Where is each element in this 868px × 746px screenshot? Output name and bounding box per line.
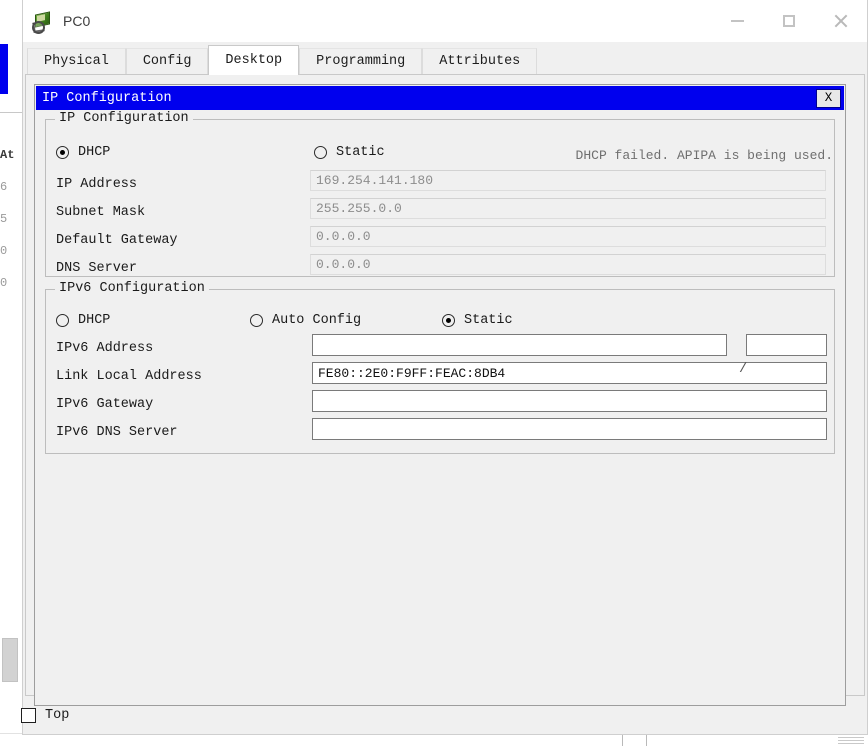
background-tick: [622, 735, 623, 746]
ipv4-static-radio[interactable]: Static: [314, 145, 385, 160]
ip-configuration-titlebar: IP Configuration X: [36, 86, 844, 110]
ip-address-input[interactable]: 169.254.141.180: [310, 170, 826, 191]
ip-configuration-close-button[interactable]: X: [816, 88, 841, 108]
ipv6-gateway-label: IPv6 Gateway: [56, 397, 154, 412]
tab-config[interactable]: Config: [125, 48, 209, 75]
ipv6-configuration-group: IPv6 Configuration DHCP Auto Config Stat…: [45, 281, 835, 454]
background-tick: [646, 735, 647, 746]
link-local-address-input[interactable]: FE80::2E0:F9FF:FEAC:8DB4: [312, 362, 827, 384]
top-checkbox-label: Top: [45, 707, 70, 723]
ipv6-address-input[interactable]: [312, 334, 727, 356]
background-left-strip: At 6 5 0 0: [0, 0, 23, 746]
ip-address-label: IP Address: [56, 177, 138, 192]
ipv6-dhcp-label: DHCP: [78, 313, 111, 328]
ipv6-prefix-length-input[interactable]: [746, 334, 827, 356]
ipv6-group-legend: IPv6 Configuration: [55, 281, 209, 296]
tab-desktop[interactable]: Desktop: [208, 45, 300, 75]
ipv4-dhcp-label: DHCP: [78, 145, 111, 160]
link-local-address-label: Link Local Address: [56, 369, 202, 384]
ip-configuration-title: IP Configuration: [42, 90, 172, 106]
default-gateway-label: Default Gateway: [56, 233, 178, 248]
tab-physical[interactable]: Physical: [27, 48, 126, 75]
minimize-icon: [730, 20, 744, 22]
ipv6-dhcp-radio[interactable]: DHCP: [56, 313, 110, 328]
tab-attributes[interactable]: Attributes: [422, 48, 538, 75]
dns-server-input[interactable]: 0.0.0.0: [310, 254, 826, 275]
ipv6-auto-config-radio[interactable]: Auto Config: [250, 313, 361, 328]
desktop-tab-panel: IP Configuration X IP Configuration DHCP…: [25, 74, 865, 706]
ipv4-group-legend: IP Configuration: [55, 111, 193, 126]
background-lines-icon: [838, 737, 864, 745]
background-divider: [0, 112, 22, 113]
maximize-icon: [783, 15, 795, 27]
ipv6-prefix-separator: /: [739, 361, 748, 377]
maximize-button[interactable]: [763, 0, 815, 42]
radio-unselected-icon: [56, 314, 69, 327]
close-button[interactable]: [815, 0, 867, 42]
top-checkbox-row: Top: [21, 698, 69, 732]
close-icon: [833, 13, 849, 29]
window-title: PC0: [63, 13, 91, 29]
tab-programming[interactable]: Programming: [299, 48, 423, 75]
subnet-mask-label: Subnet Mask: [56, 205, 146, 220]
window-titlebar: PC0: [23, 0, 867, 42]
radio-selected-icon: [56, 146, 69, 159]
ipv4-static-label: Static: [336, 145, 385, 160]
radio-unselected-icon: [250, 314, 263, 327]
top-checkbox[interactable]: [21, 707, 36, 723]
background-text-fragment: At: [0, 148, 15, 162]
background-selection-highlight: [0, 44, 8, 94]
dhcp-status-message: DHCP failed. APIPA is being used.: [575, 148, 833, 163]
background-text-fragment: 0: [0, 244, 8, 258]
ipv6-gateway-input[interactable]: [312, 390, 827, 412]
ipv6-static-label: Static: [464, 313, 513, 328]
default-gateway-input[interactable]: 0.0.0.0: [310, 226, 826, 247]
ipv6-address-label: IPv6 Address: [56, 341, 154, 356]
subnet-mask-input[interactable]: 255.255.0.0: [310, 198, 826, 219]
background-text-fragment: 6: [0, 180, 8, 194]
background-scrollbar-thumb[interactable]: [2, 638, 18, 682]
device-pc-icon: [31, 10, 53, 34]
window-controls: [711, 0, 867, 42]
ip-configuration-window: IP Configuration X IP Configuration DHCP…: [34, 84, 846, 706]
ipv4-dhcp-radio[interactable]: DHCP: [56, 145, 110, 160]
ipv6-dns-server-input[interactable]: [312, 418, 827, 440]
tab-bar: Physical Config Desktop Programming Attr…: [23, 42, 867, 75]
ipv6-auto-config-label: Auto Config: [272, 313, 362, 328]
minimize-button[interactable]: [711, 0, 763, 42]
ipv6-dns-server-label: IPv6 DNS Server: [56, 425, 178, 440]
ipv6-static-radio[interactable]: Static: [442, 313, 513, 328]
pc0-window: PC0 Physical Config Desktop Programming …: [21, 0, 868, 735]
ipv4-configuration-group: IP Configuration DHCP Static IP Address …: [45, 111, 835, 277]
background-text-fragment: 5: [0, 212, 8, 226]
dns-server-label: DNS Server: [56, 261, 138, 276]
radio-selected-icon: [442, 314, 455, 327]
radio-unselected-icon: [314, 146, 327, 159]
background-text-fragment: 0: [0, 276, 8, 290]
